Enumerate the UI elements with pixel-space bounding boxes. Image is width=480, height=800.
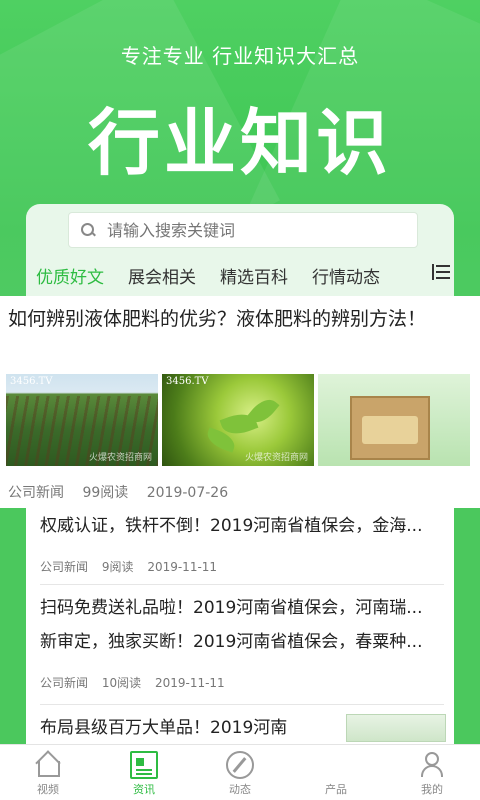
hero-title: 行业知识	[87, 101, 392, 185]
hero-subtitle: 专注专业 行业知识大汇总	[120, 44, 360, 68]
tabbar-label: 资讯	[133, 783, 155, 796]
tabbar-profile[interactable]: 我的	[384, 745, 480, 800]
tab-quality-articles[interactable]: 优质好文	[36, 263, 104, 288]
news-reads: 9阅读	[101, 560, 134, 574]
tabbar-label: 动态	[229, 783, 251, 796]
thumb-caption: 火爆农资招商网	[88, 453, 152, 463]
field-photo: 3456.TV 火爆农资招商网	[6, 374, 158, 466]
article-reads: 99阅读	[82, 485, 129, 501]
divider	[40, 704, 444, 705]
thumb-watermark: 3456.TV	[10, 376, 53, 387]
tabbar-activity[interactable]: 动态	[192, 745, 288, 800]
search-icon	[81, 223, 95, 237]
news-title: 布局县级百万大单品！2019河南	[40, 718, 288, 738]
article-category: 公司新闻	[8, 485, 64, 501]
search-bar[interactable]	[68, 212, 418, 248]
product-box-photo	[318, 374, 470, 466]
featured-article[interactable]: 如何辨别液体肥料的优劣？液体肥料的辨别方法！ 3456.TV 火爆农资招商网 3…	[0, 296, 480, 508]
news-title: 新审定，独家买断！2019河南省植保会，春粟种...	[40, 632, 423, 652]
bottom-tab-bar: 视频 资讯 动态 产品 我的	[0, 744, 480, 800]
news-meta: 公司新闻 10阅读 2019-11-11	[40, 674, 446, 691]
tabbar-label: 产品	[325, 783, 347, 796]
news-list: 权威认证，铁杆不倒！2019河南省植保会，金海... 公司新闻 9阅读 2019…	[0, 508, 480, 744]
news-reads: 10阅读	[101, 676, 142, 690]
news-title: 扫码免费送礼品啦！2019河南省植保会，河南瑞...	[40, 598, 423, 618]
home-icon	[34, 751, 62, 779]
news-category: 公司新闻	[40, 560, 89, 574]
news-category: 公司新闻	[40, 676, 89, 690]
grid-icon	[322, 751, 350, 779]
search-input[interactable]	[107, 220, 387, 240]
article-date: 2019-07-26	[146, 485, 229, 501]
tabbar-news[interactable]: 资讯	[96, 745, 192, 800]
sprout-photo: 3456.TV 火爆农资招商网	[162, 374, 314, 466]
list-item[interactable]: 布局县级百万大单品！2019河南	[40, 714, 330, 742]
news-meta: 公司新闻 9阅读 2019-11-11	[40, 558, 446, 575]
tabbar-label: 我的	[421, 783, 443, 796]
news-date: 2019-11-11	[154, 676, 225, 690]
list-item[interactable]: 权威认证，铁杆不倒！2019河南省植保会，金海... 公司新闻 9阅读 2019…	[40, 512, 446, 575]
tab-exhibitions[interactable]: 展会相关	[128, 263, 196, 288]
news-title: 权威认证，铁杆不倒！2019河南省植保会，金海...	[40, 516, 423, 536]
tabbar-products[interactable]: 产品	[288, 745, 384, 800]
news-date: 2019-11-11	[147, 560, 218, 574]
list-item[interactable]: 新审定，独家买断！2019河南省植保会，春粟种... 公司新闻 10阅读 201…	[40, 628, 446, 691]
news-thumbnail	[346, 714, 446, 742]
user-icon	[418, 751, 446, 779]
divider	[40, 584, 444, 585]
tabbar-video[interactable]: 视频	[0, 745, 96, 800]
list-item[interactable]: 扫码免费送礼品啦！2019河南省植保会，河南瑞...	[40, 594, 446, 622]
featured-thumbnails: 3456.TV 火爆农资招商网 3456.TV 火爆农资招商网	[6, 374, 470, 466]
tab-market-news[interactable]: 行情动态	[312, 263, 380, 288]
news-icon	[130, 751, 158, 779]
tabbar-label: 视频	[37, 783, 59, 796]
thumb-caption: 火爆农资招商网	[244, 453, 308, 463]
thumb-watermark: 3456.TV	[166, 376, 209, 387]
featured-meta: 公司新闻 99阅读 2019-07-26	[8, 482, 242, 502]
category-tabs: 优质好文 展会相关 精选百科 行情动态	[26, 260, 454, 290]
tab-encyclopedia[interactable]: 精选百科	[220, 263, 288, 288]
compass-icon	[226, 751, 254, 779]
menu-icon[interactable]	[432, 264, 450, 280]
featured-title: 如何辨别液体肥料的优劣？液体肥料的辨别方法！	[8, 308, 427, 330]
